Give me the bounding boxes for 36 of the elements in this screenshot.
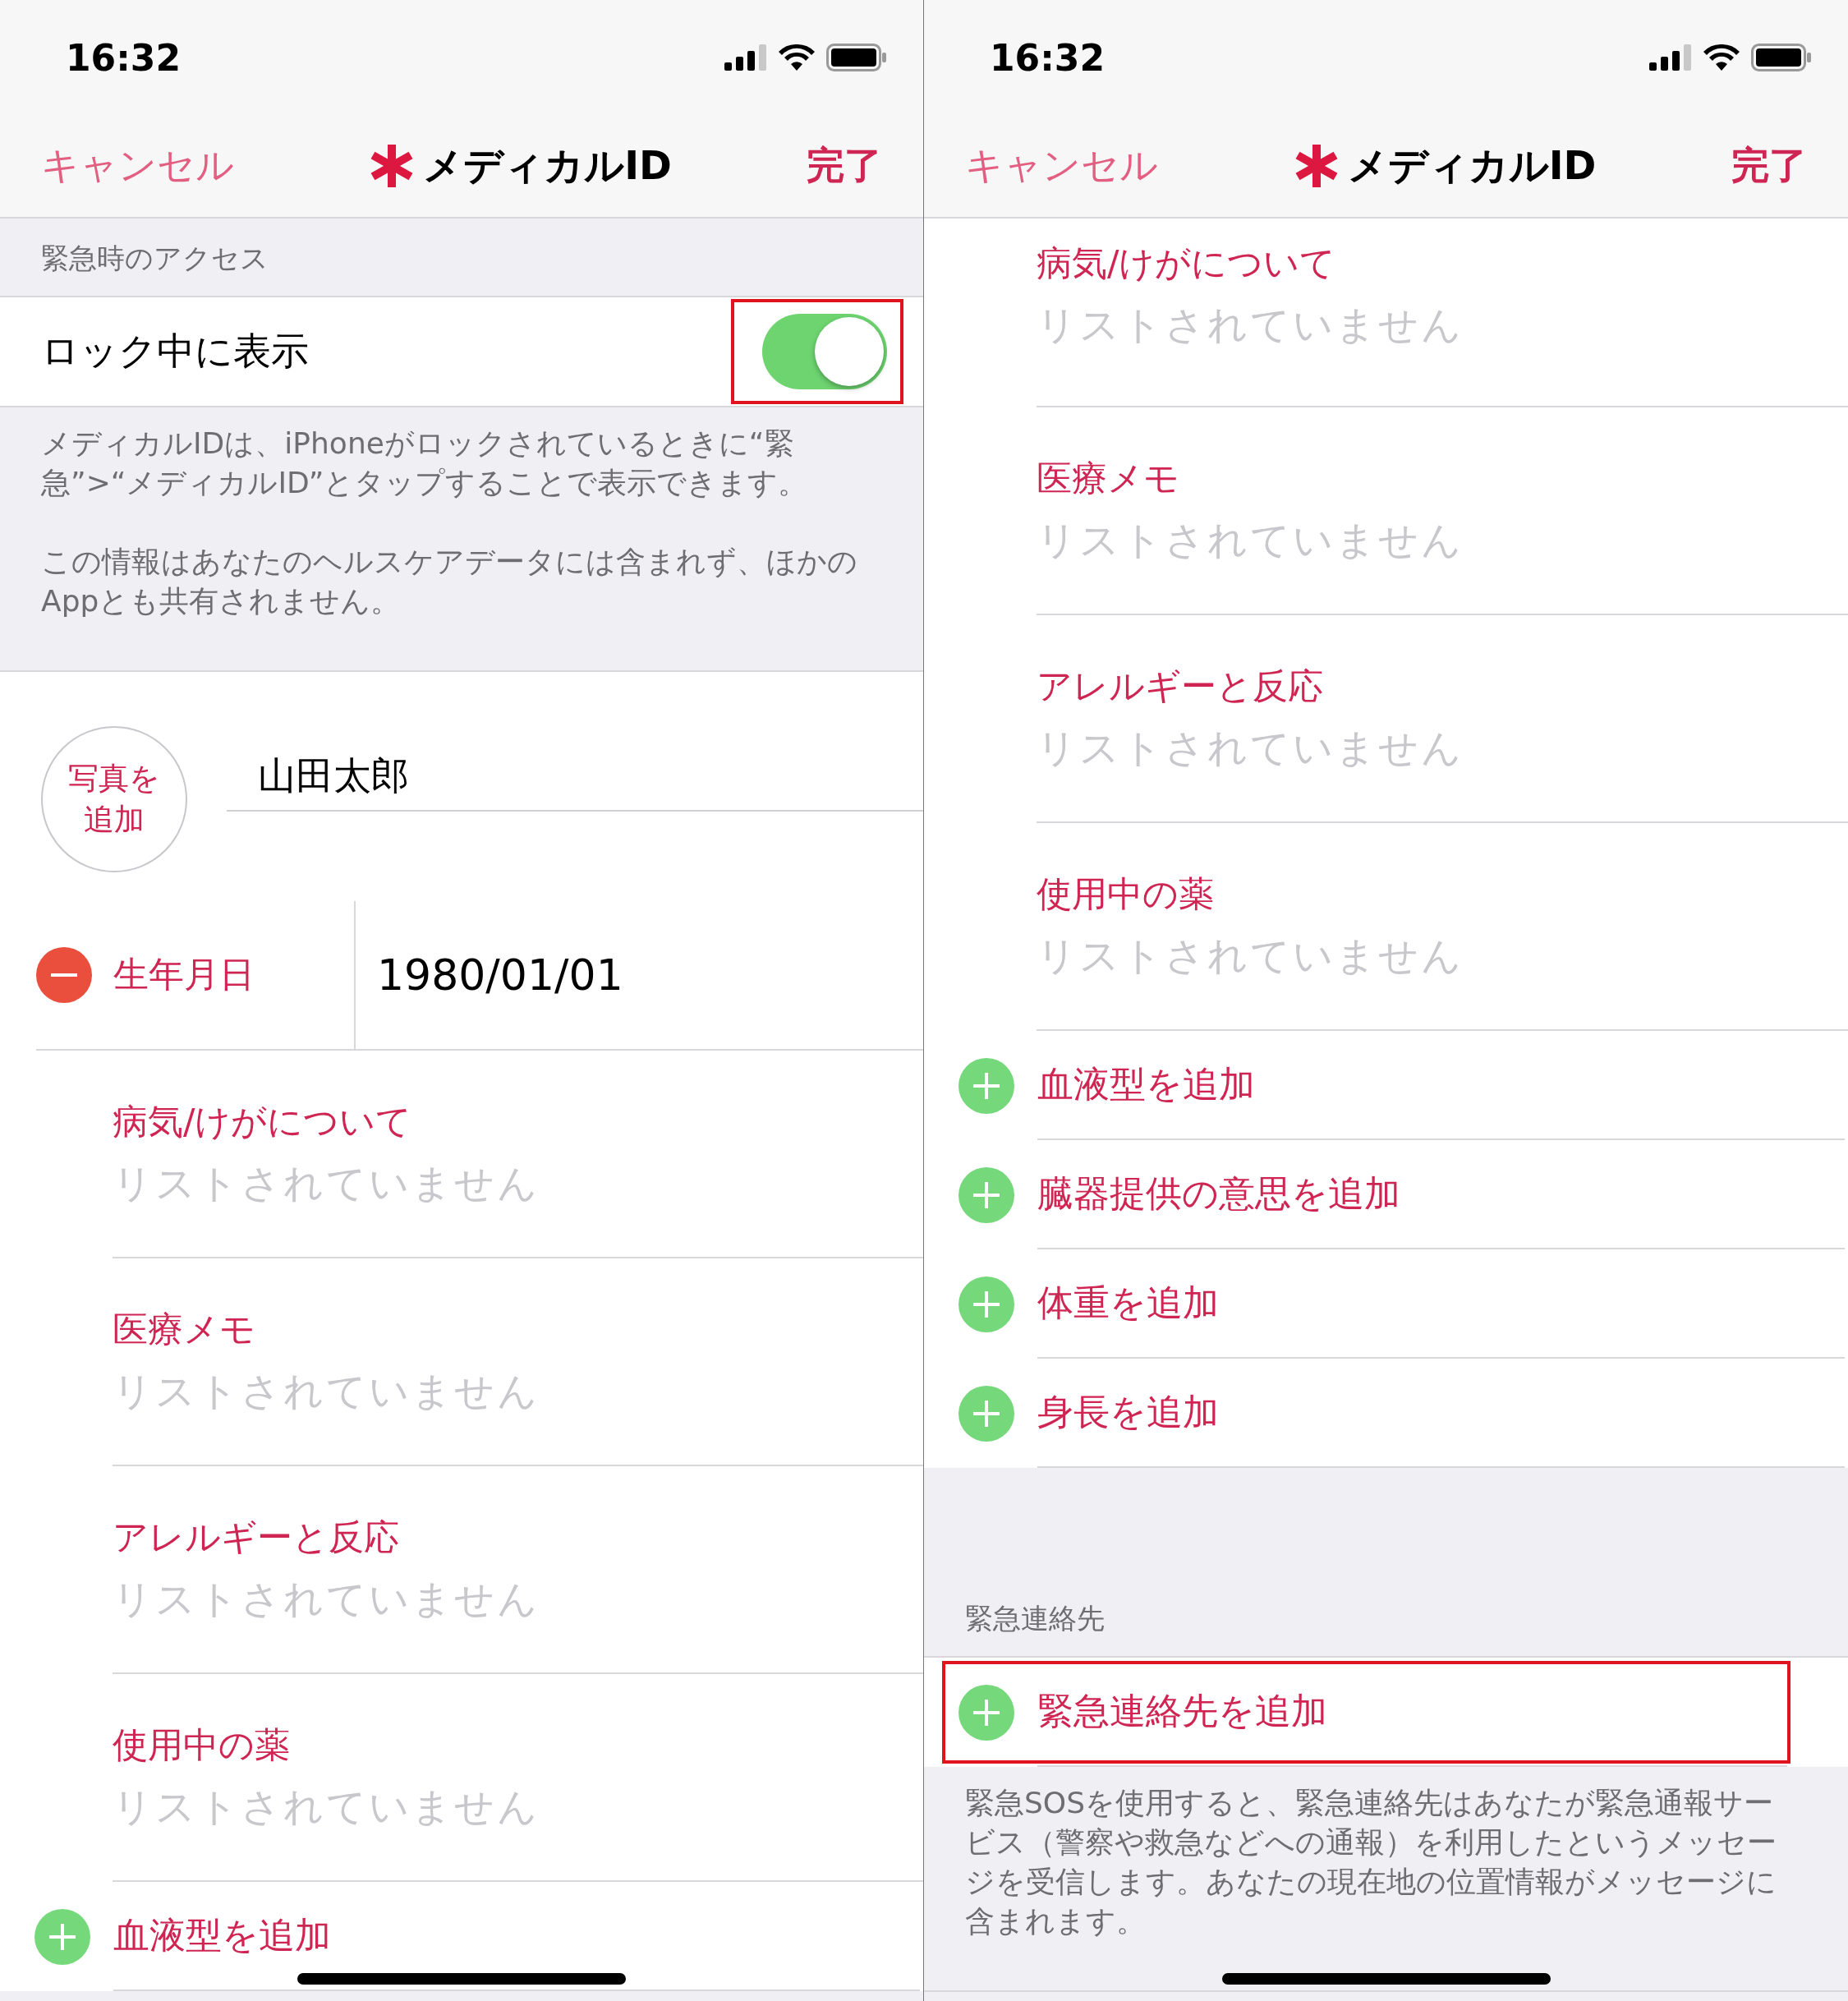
field-label: 医療メモ: [1037, 457, 1180, 500]
name-field[interactable]: 山田太郎: [227, 753, 923, 812]
add-icon[interactable]: [958, 1057, 1014, 1114]
done-button[interactable]: 完了: [1731, 140, 1807, 191]
footer-text: この情報はあなたのヘルスケアデータには含まれず、ほかのAppとも共有されません。: [41, 544, 858, 619]
status-time: 16:32: [66, 36, 182, 79]
wifi-icon: [1703, 44, 1740, 71]
field-label: 医療メモ: [113, 1308, 256, 1351]
battery-icon: [1751, 44, 1812, 71]
status-time: 16:32: [990, 36, 1106, 79]
signal-icon: [1649, 44, 1692, 71]
add-icon[interactable]: [34, 1908, 90, 1965]
signal-icon: [724, 44, 767, 71]
field-label: 病気/けがについて: [113, 1100, 413, 1143]
add-icon[interactable]: [958, 1385, 1014, 1442]
add-photo-button[interactable]: 写真を 追加: [41, 725, 187, 872]
add-icon[interactable]: [958, 1166, 1014, 1223]
add-icon[interactable]: [958, 1276, 1014, 1332]
field-label: 使用中の薬: [113, 1723, 291, 1767]
toggle-label: ロック中に表示: [41, 328, 309, 375]
field-label: アレルギーと反応: [113, 1516, 400, 1559]
footer-text: 緊急SOSを使用すると、緊急連絡先はあなたが緊急通報サービス（警察や救急などへの通報）を利用したというメッセージを受信します。あなたの現在地の位置情報がメッセージに含まれます。: [965, 1785, 1777, 1939]
nav-title: メディカルID: [423, 141, 672, 190]
wifi-icon: [779, 44, 815, 71]
cancel-button[interactable]: キャンセル: [965, 140, 1158, 191]
field-label: 使用中の薬: [1037, 872, 1215, 916]
done-button[interactable]: 完了: [807, 140, 882, 191]
footer-text: メディカルIDは、iPhoneがロックされているときに“緊急”>“メディカルID”とタップすることで表示できます。: [41, 426, 809, 501]
cancel-button[interactable]: キャンセル: [41, 140, 234, 191]
field-label: 病気/けがについて: [1037, 242, 1337, 285]
nav-title: メディカルID: [1347, 141, 1597, 190]
field-label: 生年月日: [113, 953, 255, 996]
remove-icon[interactable]: [36, 947, 92, 1003]
field-label: アレルギーと反応: [1037, 665, 1324, 708]
battery-icon: [826, 44, 887, 71]
add-icon[interactable]: [958, 1684, 1014, 1741]
